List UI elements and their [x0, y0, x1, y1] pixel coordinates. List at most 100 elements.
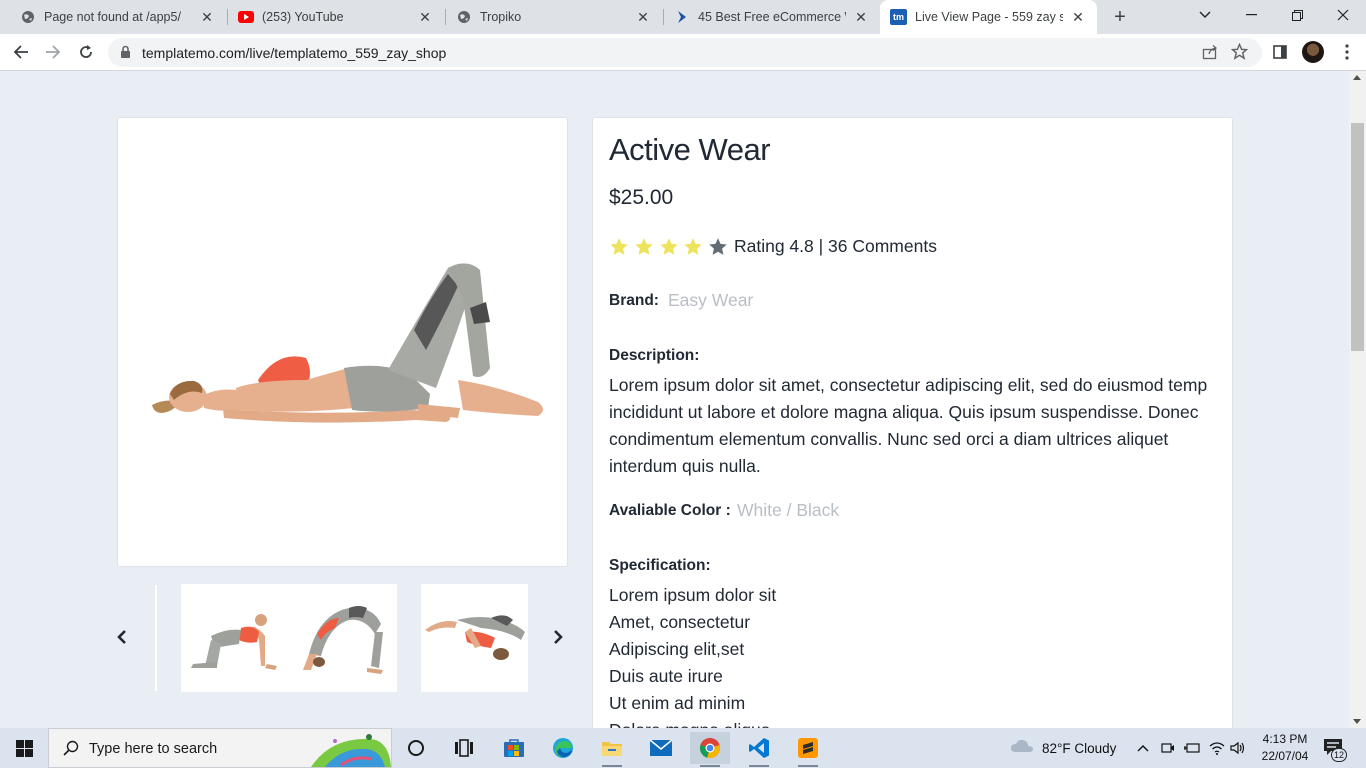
clock-time: 4:13 PM — [1262, 732, 1308, 746]
globe-icon — [456, 9, 472, 25]
carousel-next-button[interactable] — [551, 626, 565, 648]
close-window-button[interactable] — [1320, 0, 1366, 30]
carousel-prev-button[interactable] — [115, 626, 129, 648]
close-tab-icon[interactable]: ✕ — [416, 8, 434, 26]
bookmark-star-icon[interactable] — [1230, 42, 1249, 65]
chrome-icon[interactable] — [690, 732, 730, 767]
battery-plug-icon[interactable] — [1184, 740, 1200, 756]
description-label: Description: — [609, 347, 700, 364]
notification-count-badge: 12 — [1331, 748, 1347, 762]
thumbnail-partial[interactable] — [155, 585, 157, 691]
star-filled-icon — [659, 237, 678, 255]
weather-text[interactable]: 82°F Cloudy — [1042, 741, 1116, 756]
spec-item: Adipiscing elit,set — [609, 639, 745, 659]
tab-ecommerce[interactable]: 45 Best Free eCommerce We ✕ — [654, 0, 880, 34]
minimize-button[interactable] — [1228, 0, 1274, 30]
tab-title: Live View Page - 559 zay sho — [915, 10, 1063, 24]
tab-strip: Page not found at /app5/ ✕ (253) YouTube… — [0, 0, 1366, 34]
spec-item: Lorem ipsum dolor sit — [609, 585, 777, 605]
spec-item: Duis aute irure — [609, 666, 723, 686]
rating-stars — [609, 237, 733, 257]
windows-taskbar: Type here to search 82°F Cloudy 4:13 PM … — [0, 728, 1366, 768]
back-button[interactable] — [8, 39, 34, 65]
tab-tropiko[interactable]: Tropiko ✕ — [436, 0, 662, 34]
spec-item: Dolore magna aliqua — [609, 717, 776, 728]
close-tab-icon[interactable]: ✕ — [198, 8, 216, 26]
vscode-icon[interactable] — [739, 732, 779, 767]
weather-cloud-icon[interactable] — [1010, 738, 1034, 754]
brand-value: Easy Wear — [668, 290, 754, 310]
tab-search-button[interactable] — [1182, 0, 1228, 30]
wifi-icon[interactable] — [1209, 740, 1225, 756]
lock-icon[interactable] — [120, 45, 131, 64]
product-price: $25.00 — [609, 186, 674, 209]
spec-item: Amet, consectetur — [609, 612, 751, 632]
rating-row: Rating 4.8 | 36 Comments — [609, 236, 937, 257]
woman-lying-yoga-image — [152, 263, 543, 423]
star-filled-icon — [610, 237, 628, 255]
thumbnail-bridge-pose[interactable] — [289, 584, 397, 692]
address-bar[interactable]: templatemo.com/live/templatemo_559_zay_s… — [108, 38, 1262, 67]
specification-label: Specification: — [609, 557, 711, 574]
page-scrollbar[interactable] — [1349, 71, 1366, 728]
url-text[interactable]: templatemo.com/live/templatemo_559_zay_s… — [142, 45, 446, 61]
tab-title: 45 Best Free eCommerce We — [698, 10, 846, 24]
main-product-image — [117, 117, 568, 567]
task-view-icon[interactable] — [444, 732, 484, 764]
specification-list: Lorem ipsum dolor sit Amet, consectetur … — [609, 582, 776, 728]
rating-text: Rating 4.8 | 36 Comments — [733, 236, 937, 256]
crawl-pose-image — [191, 614, 277, 670]
tab-title: Page not found at /app5/ — [44, 10, 181, 24]
close-tab-icon[interactable]: ✕ — [852, 8, 870, 26]
bridge-pose-image — [303, 606, 383, 674]
page-content: Active Wear $25.00 Rating 4.8 | 36 Comme… — [0, 71, 1349, 728]
menu-kebab-icon[interactable] — [1334, 39, 1360, 65]
tab-page-not-found[interactable]: Page not found at /app5/ ✕ — [0, 0, 226, 34]
twist-pose-image — [425, 615, 525, 660]
scrollbar-thumb[interactable] — [1351, 123, 1364, 351]
youtube-icon — [238, 9, 254, 25]
brand-label: Brand: — [609, 292, 659, 309]
colorlib-icon — [674, 9, 690, 25]
forward-button[interactable] — [40, 39, 66, 65]
taskbar-clock[interactable]: 4:13 PM 22/07/04 — [1256, 731, 1314, 765]
close-tab-icon[interactable]: ✕ — [1069, 8, 1087, 26]
thumbnail-twist-pose[interactable] — [421, 584, 528, 692]
side-panel-icon[interactable] — [1268, 39, 1292, 65]
file-explorer-icon[interactable] — [592, 732, 632, 767]
star-empty-icon — [709, 237, 727, 255]
globe-icon — [20, 9, 36, 25]
clock-date: 22/07/04 — [1261, 749, 1309, 763]
product-details-card: Active Wear $25.00 Rating 4.8 | 36 Comme… — [592, 117, 1233, 728]
browser-toolbar: templatemo.com/live/templatemo_559_zay_s… — [0, 34, 1366, 71]
meet-now-icon[interactable] — [1161, 740, 1175, 756]
tab-title: (253) YouTube — [262, 10, 344, 24]
volume-icon[interactable] — [1230, 740, 1246, 756]
sublime-text-icon[interactable] — [788, 732, 828, 767]
color-label: Avaliable Color : — [609, 502, 731, 519]
cortana-icon[interactable] — [396, 732, 436, 764]
scroll-up-arrow-icon[interactable] — [1353, 75, 1361, 80]
avatar — [1302, 41, 1324, 63]
thumbnail-crawl-pose[interactable] — [181, 584, 289, 692]
star-filled-icon — [635, 237, 653, 255]
close-tab-icon[interactable]: ✕ — [634, 8, 652, 26]
share-icon[interactable] — [1202, 44, 1218, 65]
show-hidden-icons-chevron-icon[interactable] — [1137, 740, 1149, 756]
description-text: Lorem ipsum dolor sit amet, consectetur … — [609, 375, 1208, 476]
mail-icon[interactable] — [641, 732, 681, 764]
profile-avatar[interactable] — [1300, 39, 1326, 65]
tab-youtube[interactable]: (253) YouTube ✕ — [218, 0, 444, 34]
spec-item: Ut enim ad minim — [609, 693, 746, 713]
product-title: Active Wear — [609, 132, 771, 167]
start-button[interactable] — [0, 728, 48, 768]
search-placeholder: Type here to search — [89, 741, 218, 757]
reload-button[interactable] — [73, 39, 99, 65]
taskbar-search-box[interactable]: Type here to search — [48, 728, 392, 768]
edge-icon[interactable] — [543, 732, 583, 764]
tab-live-view[interactable]: tm Live View Page - 559 zay sho ✕ — [880, 0, 1097, 34]
microsoft-store-icon[interactable] — [494, 732, 534, 764]
scroll-down-arrow-icon[interactable] — [1353, 719, 1361, 724]
new-tab-button[interactable]: + — [1109, 6, 1131, 28]
restore-button[interactable] — [1274, 0, 1320, 30]
